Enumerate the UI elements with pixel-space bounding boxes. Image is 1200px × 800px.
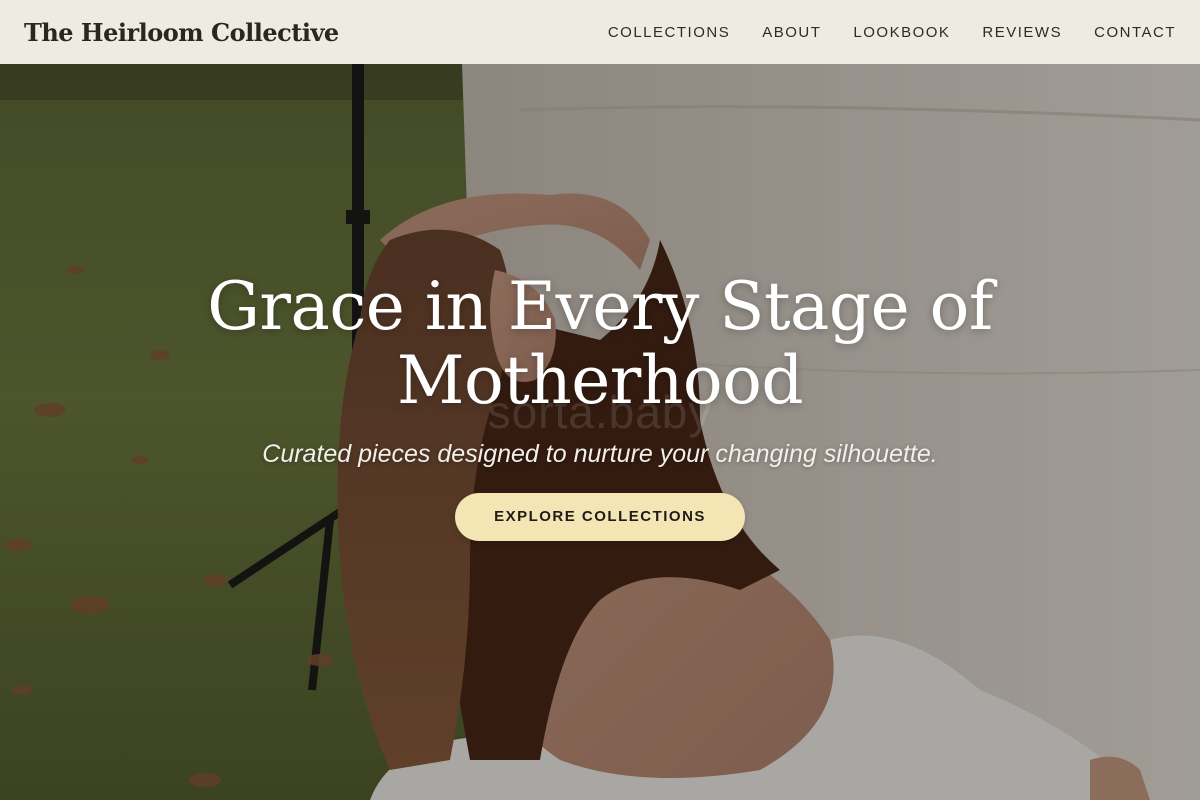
top-navbar: The Heirloom Collective COLLECTIONS ABOU… xyxy=(0,0,1200,64)
explore-collections-button[interactable]: EXPLORE COLLECTIONS xyxy=(455,493,745,541)
nav-link-contact[interactable]: CONTACT xyxy=(1094,24,1176,41)
nav-link-about[interactable]: ABOUT xyxy=(762,24,821,41)
hero-headline: Grace in Every Stage of Motherhood xyxy=(170,270,1030,418)
hero-headline-line1: Grace in Every Stage of xyxy=(207,268,993,345)
hero-headline-line2: Motherhood xyxy=(396,342,804,419)
nav-link-reviews[interactable]: REVIEWS xyxy=(982,24,1062,41)
brand-logo[interactable]: The Heirloom Collective xyxy=(24,18,339,47)
nav-link-collections[interactable]: COLLECTIONS xyxy=(608,24,730,41)
hero-tagline: Curated pieces designed to nurture your … xyxy=(262,440,938,468)
nav-link-lookbook[interactable]: LOOKBOOK xyxy=(853,24,950,41)
nav-links: COLLECTIONS ABOUT LOOKBOOK REVIEWS CONTA… xyxy=(608,24,1176,41)
hero-content: Grace in Every Stage of Motherhood Curat… xyxy=(0,270,1200,541)
